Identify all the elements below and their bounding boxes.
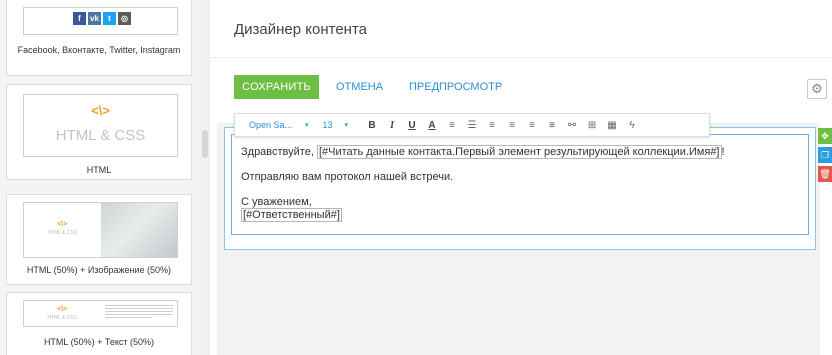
block-caption: HTML [86,165,112,175]
flash-icon[interactable]: ϟ [622,120,642,131]
block-html-image-thumbnail: <\> HTML & CSS [23,202,178,258]
sidebar-scrollbar[interactable] [201,0,209,355]
block-caption: Facebook, Вконтакте, Twitter, Instagram [17,45,181,55]
chevron-down-icon[interactable]: ▾ [305,121,309,129]
chevron-down-icon[interactable]: ▾ [345,121,349,129]
social-icons-row: f vk t ◎ [73,12,131,25]
page-title: Дизайнер контента [234,21,368,38]
rich-text-editor[interactable]: Здравствуйте, [#Читать данные контакта.П… [231,134,809,235]
image-placeholder [100,203,177,257]
scrollbar-thumb[interactable] [202,130,208,158]
formatting-toolbar: Open Sa... ▾ 13 ▾ B I U A ≡ ☰ ≡ ≡ ≡ ≡ ⚯ … [234,113,710,137]
thumbnail-label: HTML & CSS [47,230,78,236]
font-family-select[interactable]: Open Sa... [249,120,305,130]
align-justify-icon[interactable]: ≡ [542,120,562,131]
designer-header: Дизайнер контента [210,0,832,58]
block-side-tools: ✥ ❐ 🗑 [818,128,832,185]
regards-line: С уважением, [241,196,312,208]
block-social-thumbnail: f vk t ◎ [23,7,178,35]
save-button[interactable]: СОХРАНИТЬ [234,75,319,99]
instagram-icon: ◎ [118,12,131,25]
block-html[interactable]: <\> HTML & CSS HTML [6,84,192,180]
copy-icon[interactable]: ❐ [818,147,832,163]
thumbnail-label: HTML & CSS [55,127,146,144]
italic-button[interactable]: I [382,120,402,131]
gear-icon[interactable]: ⚙ [807,79,827,99]
block-frame[interactable]: Здравствуйте, [#Читать данные контакта.П… [224,127,816,250]
insert-macro-icon[interactable]: ⊞ [582,120,602,131]
design-canvas: Здравствуйте, [#Читать данные контакта.П… [210,120,832,355]
block-html-image[interactable]: <\> HTML & CSS HTML (50%) + Изображение … [6,194,192,285]
thumbnail-label: HTML & CSS [47,315,78,321]
block-library-sidebar: f vk t ◎ Facebook, Вконтакте, Twitter, I… [0,0,200,355]
move-icon[interactable]: ✥ [818,128,832,144]
underline-button[interactable]: U [402,120,422,131]
cancel-button[interactable]: ОТМЕНА [336,75,383,99]
block-html-thumbnail: <\> HTML & CSS [23,94,178,157]
text-placeholder [101,301,178,326]
greeting-text: Здравствуйте, [241,146,314,158]
link-icon[interactable]: ⚯ [562,120,582,131]
block-caption: HTML (50%) + Изображение (50%) [26,265,172,275]
align-right-icon[interactable]: ≡ [522,120,542,131]
preview-button[interactable]: ПРЕДПРОСМОТР [409,75,502,99]
facebook-icon: f [73,12,86,25]
twitter-icon: t [103,12,116,25]
delete-icon[interactable]: 🗑 [818,166,832,182]
block-social[interactable]: f vk t ◎ Facebook, Вконтакте, Twitter, I… [6,0,192,76]
greeting-line: Здравствуйте, [#Читать данные контакта.П… [241,145,725,159]
bold-button[interactable]: B [362,120,382,131]
code-icon: <\> [57,221,68,228]
thumbnail-html-half: <\> HTML & CSS [24,301,101,326]
unordered-list-icon[interactable]: ☰ [462,120,482,131]
block-html-text[interactable]: <\> HTML & CSS HTML (50%) + Текст (50%) [6,292,192,355]
contact-name-macro[interactable]: [#Читать данные контакта.Первый элемент … [316,145,722,159]
vkontakte-icon: vk [88,12,101,25]
ordered-list-icon[interactable]: ≡ [442,120,462,131]
code-icon: <\> [57,306,68,313]
code-icon: <\> [91,103,110,118]
greeting-tail: ! [721,146,725,158]
content-designer-panel: Дизайнер контента СОХРАНИТЬ ОТМЕНА ПРЕДП… [210,0,832,355]
align-left-icon[interactable]: ≡ [482,120,502,131]
font-size-select[interactable]: 13 [323,120,345,130]
signature-line: [#Ответственный#] [241,208,342,222]
table-icon[interactable]: ▦ [602,120,622,131]
align-center-icon[interactable]: ≡ [502,120,522,131]
designer-body: СОХРАНИТЬ ОТМЕНА ПРЕДПРОСМОТР ⚙ Здравств… [210,58,832,355]
responsible-macro[interactable]: [#Ответственный#] [241,208,342,222]
body-line: Отправляю вам протокол нашей встречи. [241,171,454,183]
block-caption: HTML (50%) + Текст (50%) [43,337,155,347]
thumbnail-html-half: <\> HTML & CSS [24,203,101,257]
text-color-button[interactable]: A [422,120,442,131]
block-html-text-thumbnail: <\> HTML & CSS [23,300,178,327]
